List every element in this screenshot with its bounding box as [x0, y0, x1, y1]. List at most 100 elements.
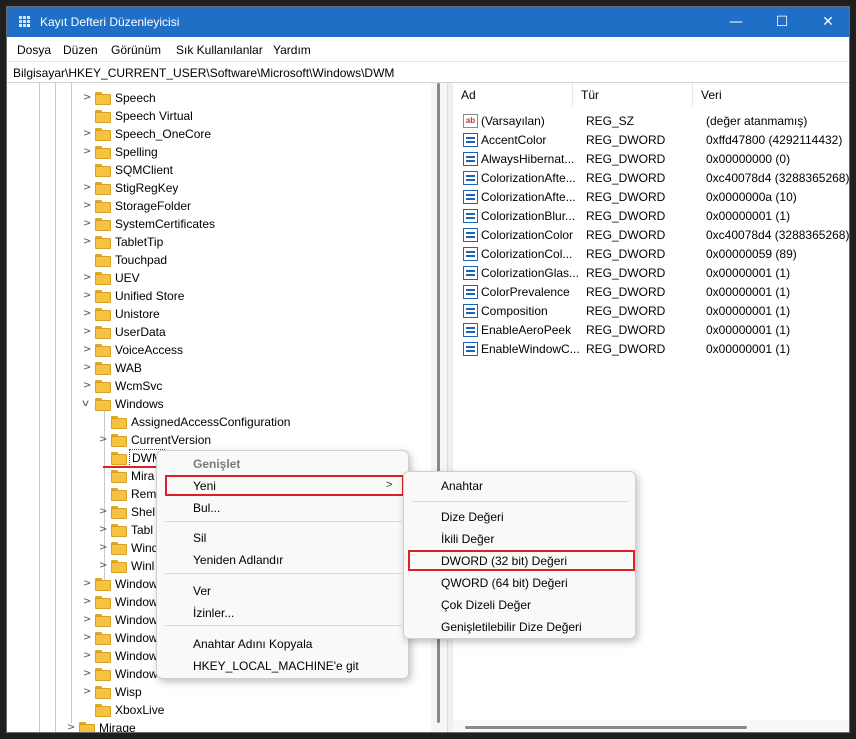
- value-row[interactable]: EnableAeroPeek REG_DWORD 0x00000001 (1): [453, 321, 849, 340]
- context-menu-item[interactable]: Bul...: [193, 497, 220, 519]
- dword-value-icon: [463, 342, 478, 356]
- chevron-right-icon[interactable]: >: [99, 431, 109, 449]
- values-horizontal-scrollbar[interactable]: [453, 720, 849, 732]
- chevron-right-icon[interactable]: >: [83, 215, 93, 233]
- submenu-item[interactable]: Genişletilebilir Dize Değeri: [441, 616, 582, 638]
- tree-node[interactable]: > SystemCertificates: [7, 215, 427, 233]
- context-menu-item[interactable]: İzinler...: [193, 602, 234, 624]
- tree-node[interactable]: > Unified Store: [7, 287, 427, 305]
- column-header-data[interactable]: Veri: [693, 83, 849, 107]
- menu-gorunum[interactable]: Görünüm: [111, 43, 161, 57]
- context-menu-item[interactable]: Yeniden Adlandır: [193, 549, 283, 571]
- chevron-right-icon[interactable]: >: [83, 179, 93, 197]
- chevron-right-icon[interactable]: >: [99, 539, 109, 557]
- column-header-name[interactable]: Ad: [453, 83, 573, 107]
- tree-node[interactable]: v Windows: [7, 395, 427, 413]
- value-row[interactable]: AlwaysHibernat... REG_DWORD 0x00000000 (0): [453, 150, 849, 169]
- maximize-button[interactable]: ☐: [759, 7, 805, 37]
- chevron-right-icon[interactable]: >: [67, 719, 77, 732]
- menu-duzen[interactable]: Düzen: [63, 43, 98, 57]
- tree-node[interactable]: > TabletTip: [7, 233, 427, 251]
- tree-node-label: Speech Virtual: [115, 109, 193, 123]
- address-path[interactable]: Bilgisayar\HKEY_CURRENT_USER\Software\Mi…: [13, 66, 394, 80]
- value-data: 0x00000001 (1): [706, 285, 791, 299]
- chevron-right-icon[interactable]: >: [83, 143, 93, 161]
- value-row[interactable]: ColorizationColor REG_DWORD 0xc40078d4 (32…: [453, 226, 849, 245]
- value-row[interactable]: ab (Varsayılan) REG_SZ (değer atanmamış): [453, 112, 849, 131]
- value-row[interactable]: Composition REG_DWORD 0x00000001 (1): [453, 302, 849, 321]
- tree-node[interactable]: Speech Virtual: [7, 107, 427, 125]
- chevron-right-icon[interactable]: >: [99, 521, 109, 539]
- tree-node[interactable]: > Spelling: [7, 143, 427, 161]
- tree-node[interactable]: > WAB: [7, 359, 427, 377]
- value-row[interactable]: ColorizationAfte... REG_DWORD 0xc40078d4 (…: [453, 169, 849, 188]
- context-menu-item[interactable]: Sil: [193, 527, 206, 549]
- tree-node[interactable]: > Unistore: [7, 305, 427, 323]
- chevron-right-icon[interactable]: >: [83, 269, 93, 287]
- submenu-item[interactable]: Dize Değeri: [441, 506, 504, 528]
- chevron-right-icon[interactable]: >: [83, 665, 93, 683]
- menu-sik-kullanilanlar[interactable]: Sık Kullanılanlar: [176, 43, 263, 57]
- submenu-item[interactable]: Çok Dizeli Değer: [441, 594, 531, 616]
- chevron-right-icon[interactable]: >: [83, 377, 93, 395]
- submenu-item[interactable]: Anahtar: [441, 475, 483, 497]
- chevron-right-icon[interactable]: >: [99, 557, 109, 575]
- context-menu-item[interactable]: Yeni: [193, 475, 216, 497]
- chevron-right-icon[interactable]: >: [83, 629, 93, 647]
- address-bar[interactable]: Bilgisayar\HKEY_CURRENT_USER\Software\Mi…: [7, 61, 849, 83]
- minimize-button[interactable]: —: [713, 7, 759, 37]
- chevron-down-icon[interactable]: v: [82, 395, 94, 413]
- tree-node[interactable]: > Speech_OneCore: [7, 125, 427, 143]
- tree-node[interactable]: > UEV: [7, 269, 427, 287]
- submenu-item[interactable]: QWORD (64 bit) Değeri: [441, 572, 568, 594]
- chevron-right-icon[interactable]: >: [99, 503, 109, 521]
- tree-node[interactable]: AssignedAccessConfiguration: [7, 413, 427, 431]
- menu-dosya[interactable]: Dosya: [17, 43, 51, 57]
- context-menu-item[interactable]: Anahtar Adını Kopyala: [193, 633, 312, 655]
- context-menu-item[interactable]: Ver: [193, 580, 211, 602]
- column-header-type[interactable]: Tür: [573, 83, 693, 107]
- submenu-item[interactable]: DWORD (32 bit) Değeri: [441, 550, 567, 572]
- value-row[interactable]: ColorizationGlas... REG_DWORD 0x00000001 (…: [453, 264, 849, 283]
- close-button[interactable]: ✕: [805, 7, 849, 37]
- tree-node[interactable]: > Speech: [7, 89, 427, 107]
- value-row[interactable]: ColorPrevalence REG_DWORD 0x00000001 (1): [453, 283, 849, 302]
- title-bar[interactable]: Kayıt Defteri Düzenleyicisi — ☐ ✕: [7, 7, 849, 37]
- tree-node[interactable]: > VoiceAccess: [7, 341, 427, 359]
- tree-node[interactable]: > Wisp: [7, 683, 427, 701]
- chevron-right-icon[interactable]: >: [83, 305, 93, 323]
- chevron-right-icon[interactable]: >: [83, 341, 93, 359]
- folder-icon: [95, 128, 111, 141]
- tree-node[interactable]: > StorageFolder: [7, 197, 427, 215]
- tree-node[interactable]: > UserData: [7, 323, 427, 341]
- value-row[interactable]: ColorizationBlur... REG_DWORD 0x00000001 (…: [453, 207, 849, 226]
- scrollbar-thumb[interactable]: [465, 726, 747, 729]
- chevron-right-icon[interactable]: >: [83, 125, 93, 143]
- chevron-right-icon[interactable]: >: [83, 593, 93, 611]
- tree-node[interactable]: > WcmSvc: [7, 377, 427, 395]
- tree-node[interactable]: Touchpad: [7, 251, 427, 269]
- submenu-item[interactable]: İkili Değer: [441, 528, 494, 550]
- chevron-right-icon[interactable]: >: [83, 647, 93, 665]
- chevron-right-icon[interactable]: >: [83, 575, 93, 593]
- tree-node[interactable]: > CurrentVersion: [7, 431, 427, 449]
- chevron-right-icon[interactable]: >: [83, 359, 93, 377]
- value-row[interactable]: ColorizationCol... REG_DWORD 0x00000059 (8…: [453, 245, 849, 264]
- chevron-right-icon[interactable]: >: [83, 683, 93, 701]
- tree-node[interactable]: > StigRegKey: [7, 179, 427, 197]
- context-menu-item[interactable]: HKEY_LOCAL_MACHINE'e git: [193, 655, 359, 677]
- chevron-right-icon[interactable]: >: [83, 287, 93, 305]
- value-type: REG_DWORD: [586, 171, 666, 185]
- chevron-right-icon[interactable]: >: [83, 197, 93, 215]
- value-row[interactable]: EnableWindowC... REG_DWORD 0x00000001 (1): [453, 340, 849, 359]
- menu-yardim[interactable]: Yardım: [273, 43, 311, 57]
- chevron-right-icon[interactable]: >: [83, 611, 93, 629]
- chevron-right-icon[interactable]: >: [83, 323, 93, 341]
- tree-node[interactable]: > Mirage: [7, 719, 427, 732]
- value-row[interactable]: AccentColor REG_DWORD 0xffd47800 (42921144…: [453, 131, 849, 150]
- chevron-right-icon[interactable]: >: [83, 89, 93, 107]
- tree-node[interactable]: SQMClient: [7, 161, 427, 179]
- tree-node[interactable]: XboxLive: [7, 701, 427, 719]
- value-row[interactable]: ColorizationAfte... REG_DWORD 0x0000000a (…: [453, 188, 849, 207]
- chevron-right-icon[interactable]: >: [83, 233, 93, 251]
